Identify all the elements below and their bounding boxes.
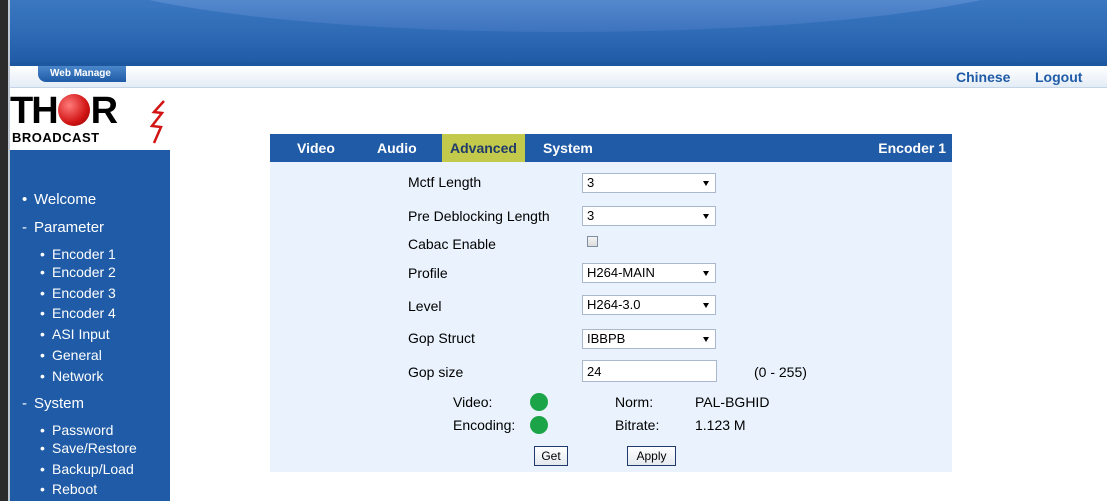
gop-struct-label: Gop Struct [408, 330, 475, 346]
thor-broadcast-logo: TH R BROADCAST [10, 92, 178, 150]
sidebar-bullet: • [40, 368, 45, 384]
get-button[interactable]: Get [534, 446, 568, 466]
profile-value: H264-MAIN [587, 265, 655, 280]
sidebar-item-label: Encoder 4 [52, 305, 116, 321]
sidebar-item-asi-input[interactable]: • ASI Input [40, 326, 110, 342]
top-menu-bar: Web Manage Chinese Logout [10, 66, 1107, 88]
norm-label: Norm: [615, 394, 654, 410]
sidebar-item-label: Save/Restore [52, 440, 137, 456]
sidebar-item-label: Reboot [52, 481, 98, 497]
banner-highlight [65, 0, 1065, 32]
level-value: H264-3.0 [587, 297, 641, 312]
norm-value: PAL-BGHID [695, 394, 770, 410]
settings-tab-bar: Video Audio Advanced System Encoder 1 [270, 134, 952, 162]
profile-select[interactable]: H264-MAIN [582, 263, 716, 283]
pre-deblocking-length-label: Pre Deblocking Length [408, 208, 550, 224]
mctf-length-value: 3 [587, 175, 595, 190]
window-left-border [0, 0, 8, 501]
sidebar-item-label: Encoder 3 [52, 285, 116, 301]
bitrate-label: Bitrate: [615, 417, 660, 433]
web-manage-tab: Web Manage [38, 66, 126, 82]
sidebar-bullet: • [40, 440, 45, 456]
sidebar-item-encoder-1[interactable]: • Encoder 1 [40, 246, 116, 262]
tab-system[interactable]: System [543, 134, 593, 162]
sidebar-item-label: System [34, 395, 85, 412]
gop-struct-select[interactable]: IBBPB [582, 329, 716, 349]
sidebar-bullet: • [40, 305, 45, 321]
chevron-down-icon [703, 271, 709, 276]
sidebar-item-label: ASI Input [52, 326, 110, 342]
logout-link[interactable]: Logout [1035, 69, 1082, 85]
chevron-down-icon [703, 181, 709, 186]
sidebar-bullet: • [40, 461, 45, 477]
sidebar-item-label: Welcome [34, 191, 97, 208]
sidebar-expanded-marker: - [22, 395, 27, 412]
tab-audio[interactable]: Audio [377, 134, 417, 162]
sidebar-bullet: • [40, 347, 45, 363]
sidebar-bullet: • [40, 422, 45, 438]
sidebar-item-label: Encoder 1 [52, 246, 116, 262]
sidebar-item-label: General [52, 347, 102, 363]
sidebar-item-password[interactable]: • Password [40, 422, 113, 438]
cabac-enable-checkbox[interactable] [587, 236, 598, 247]
level-select[interactable]: H264-3.0 [582, 295, 716, 315]
sidebar-item-backup-load[interactable]: • Backup/Load [40, 461, 134, 477]
chevron-down-icon [703, 337, 709, 342]
video-status-indicator [530, 393, 548, 411]
lightning-bolt-icon [150, 100, 165, 144]
sidebar-item-encoder-3[interactable]: • Encoder 3 [40, 285, 116, 301]
encoder-settings-panel: Video Audio Advanced System Encoder 1 Mc… [270, 134, 952, 472]
sidebar-item-label: Parameter [34, 219, 105, 236]
globe-icon [57, 94, 90, 126]
sidebar-item-welcome[interactable]: • Welcome [22, 191, 96, 208]
sidebar-item-system[interactable]: - System [22, 395, 84, 412]
sidebar-item-label: Network [52, 368, 104, 384]
sidebar-item-reboot[interactable]: • Reboot [40, 481, 97, 497]
sidebar-expanded-marker: - [22, 219, 27, 236]
sidebar-item-general[interactable]: • General [40, 347, 102, 363]
sidebar-bullet: • [40, 326, 45, 342]
sidebar-item-label: Backup/Load [52, 461, 134, 477]
logo-title-right: R [90, 90, 118, 132]
sidebar-bullet: • [40, 481, 45, 497]
chevron-down-icon [703, 214, 709, 219]
gop-struct-value: IBBPB [587, 331, 626, 346]
chevron-down-icon [703, 303, 709, 308]
sidebar-item-parameter[interactable]: - Parameter [22, 219, 104, 236]
tab-video[interactable]: Video [297, 134, 335, 162]
apply-button[interactable]: Apply [627, 446, 676, 466]
sidebar-bullet: • [40, 264, 45, 280]
profile-label: Profile [408, 265, 448, 281]
sidebar-bullet: • [40, 285, 45, 301]
pre-deblocking-length-value: 3 [587, 208, 595, 223]
video-status-label: Video: [453, 394, 493, 410]
header-banner [10, 0, 1107, 62]
tab-advanced[interactable]: Advanced [442, 134, 525, 162]
cabac-enable-label: Cabac Enable [408, 236, 496, 252]
logo-subtitle: BROADCAST [12, 130, 100, 145]
sidebar-bullet: • [40, 246, 45, 262]
encoding-status-label: Encoding: [453, 417, 516, 433]
gop-size-label: Gop size [408, 364, 464, 380]
chinese-language-link[interactable]: Chinese [956, 69, 1010, 85]
sidebar-item-save-restore[interactable]: • Save/Restore [40, 440, 137, 456]
bitrate-value: 1.123 M [695, 417, 746, 433]
encoder-title: Encoder 1 [878, 140, 946, 156]
sidebar-item-encoder-2[interactable]: • Encoder 2 [40, 264, 116, 280]
logo-wordmark: TH R [10, 90, 118, 132]
sidebar-item-label: Password [52, 422, 114, 438]
sidebar-nav: • Welcome - Parameter • Encoder 1 • Encoder … [10, 150, 170, 501]
sidebar-bullet: • [22, 191, 28, 208]
encoding-status-indicator [530, 416, 548, 434]
mctf-length-label: Mctf Length [408, 174, 482, 190]
sidebar-item-network[interactable]: • Network [40, 368, 103, 384]
level-label: Level [408, 298, 442, 314]
gop-size-range: (0 - 255) [754, 364, 807, 380]
sidebar-item-encoder-4[interactable]: • Encoder 4 [40, 305, 116, 321]
logo-title-left: TH [10, 90, 59, 132]
sidebar-item-label: Encoder 2 [52, 264, 116, 280]
pre-deblocking-length-select[interactable]: 3 [582, 206, 716, 226]
mctf-length-select[interactable]: 3 [582, 173, 716, 193]
gop-size-input[interactable] [582, 360, 717, 382]
